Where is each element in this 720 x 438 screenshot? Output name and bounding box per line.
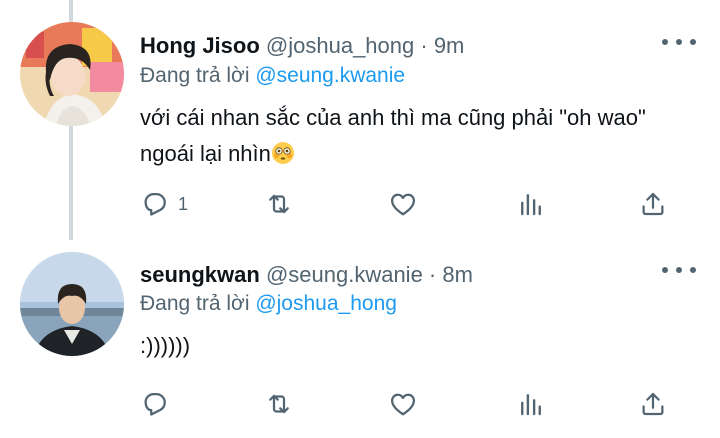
- replying-to-mention[interactable]: @seung.kwanie: [255, 64, 405, 87]
- tweet-text-line: với cái nhan sắc của anh thì ma cũng phả…: [140, 105, 646, 130]
- flushed-face-emoji: [271, 140, 295, 164]
- avatar-joshua[interactable]: [20, 22, 124, 126]
- separator-dot: ·: [414, 33, 434, 58]
- tweet-seungkwan[interactable]: seungkwan @seung.kwanie · 8m Đang trả lờ…: [0, 240, 720, 438]
- share-button[interactable]: [638, 388, 668, 420]
- retweet-icon: [269, 194, 289, 214]
- like-icon: [391, 393, 415, 416]
- separator-dot: ·: [422, 262, 443, 287]
- tweet-joshua[interactable]: Hong Jisoo @joshua_hong · 9m Đang trả lờ…: [0, 0, 720, 240]
- replying-prefix: Đang trả lời: [140, 64, 256, 87]
- views-button[interactable]: [516, 188, 546, 220]
- user-handle[interactable]: @seung.kwanie: [266, 262, 423, 287]
- more-icon[interactable]: [662, 32, 696, 52]
- tweet-text: với cái nhan sắc của anh thì ma cũng phả…: [140, 100, 700, 172]
- tweet-header: Hong Jisoo @joshua_hong · 9m: [140, 33, 464, 59]
- reply-icon: [144, 393, 166, 416]
- reply-button[interactable]: 1: [140, 188, 188, 220]
- tweet-text: :)))))): [140, 328, 700, 364]
- reply-button[interactable]: [140, 388, 178, 420]
- share-icon: [642, 392, 664, 416]
- like-button[interactable]: [388, 388, 418, 420]
- like-button[interactable]: [388, 188, 418, 220]
- replying-to-mention[interactable]: @joshua_hong: [255, 292, 397, 315]
- tweet-actions: 1: [140, 188, 680, 220]
- display-name[interactable]: seungkwan: [140, 262, 260, 287]
- avatar-seungkwan[interactable]: [20, 252, 124, 356]
- reply-count: 1: [178, 193, 189, 214]
- views-icon: [521, 194, 541, 216]
- tweet-actions: [140, 388, 680, 420]
- retweet-icon: [269, 394, 289, 414]
- share-button[interactable]: [638, 188, 668, 220]
- retweet-button[interactable]: [264, 188, 294, 220]
- reply-icon: [144, 193, 166, 216]
- replying-prefix: Đang trả lời: [140, 292, 256, 315]
- views-icon: [521, 394, 541, 416]
- tweet-text-line: ngoái lại nhìn: [140, 141, 271, 166]
- views-button[interactable]: [516, 388, 546, 420]
- tweet-text-line: :)))))): [140, 333, 191, 358]
- tweet-header: seungkwan @seung.kwanie · 8m: [140, 262, 473, 288]
- share-icon: [642, 192, 664, 216]
- thread-line: [69, 0, 73, 22]
- timestamp[interactable]: 9m: [434, 33, 465, 58]
- more-icon[interactable]: [662, 260, 696, 280]
- like-icon: [391, 193, 415, 216]
- replying-to: Đang trả lời @seung.kwanie: [140, 64, 405, 88]
- user-handle[interactable]: @joshua_hong: [266, 33, 414, 58]
- display-name[interactable]: Hong Jisoo: [140, 33, 260, 58]
- replying-to: Đang trả lời @joshua_hong: [140, 292, 397, 316]
- retweet-button[interactable]: [264, 388, 294, 420]
- timestamp[interactable]: 8m: [442, 262, 473, 287]
